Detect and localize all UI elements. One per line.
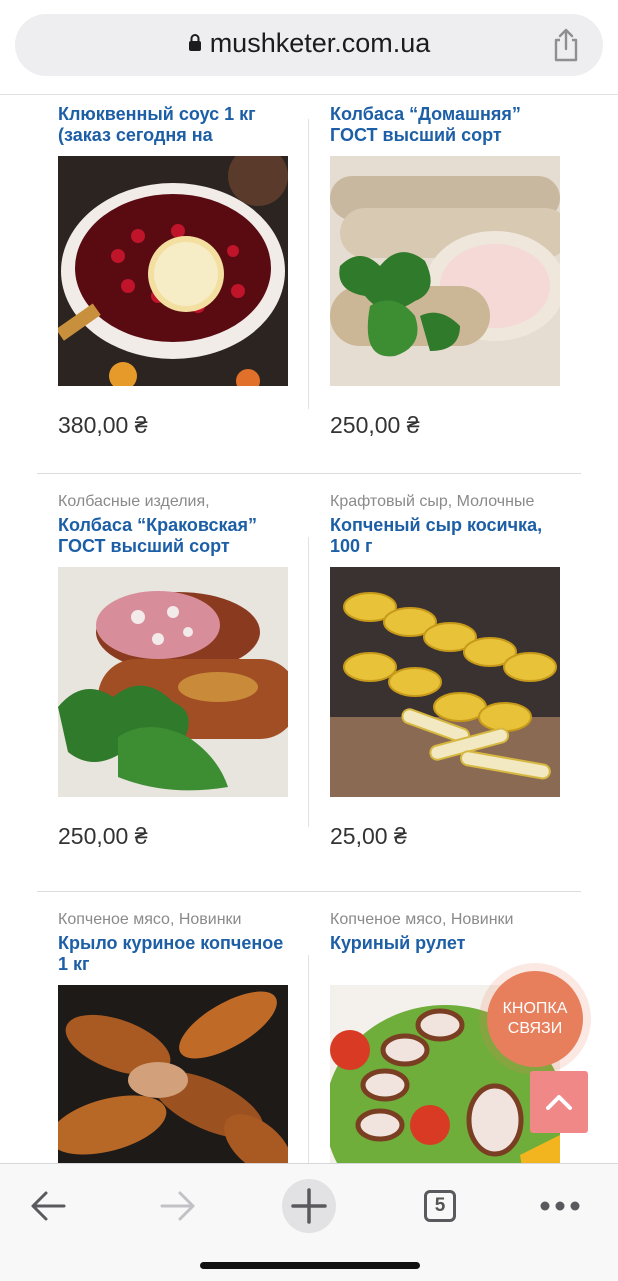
forward-arrow-icon xyxy=(160,1191,195,1221)
product-card[interactable]: Клюквенный соус 1 кг (заказ сегодня на 3… xyxy=(58,95,298,439)
row-divider xyxy=(37,473,581,474)
product-category[interactable]: Крафтовый сыр, Молочные xyxy=(330,493,570,513)
chevron-up-icon xyxy=(546,1095,572,1110)
column-divider xyxy=(308,537,309,827)
product-category[interactable]: Копченое мясо, Новинки xyxy=(330,911,570,931)
product-title[interactable]: Крыло куриное копченое 1 кг xyxy=(58,933,298,975)
product-card[interactable]: Колбасные изделия, Колбаса “Краковская” … xyxy=(58,493,298,850)
product-title[interactable]: Куриный рулет xyxy=(330,933,570,975)
product-price: 25,00 ₴ xyxy=(330,823,407,849)
product-image-domashnyaya-sausage[interactable] xyxy=(330,156,560,386)
share-icon[interactable] xyxy=(551,28,581,62)
tab-count: 5 xyxy=(434,1195,446,1216)
product-row: Колбасные изделия, Колбаса “Краковская” … xyxy=(0,493,618,911)
product-title[interactable]: Клюквенный соус 1 кг (заказ сегодня на xyxy=(58,104,298,146)
product-title[interactable]: Копченый сыр косичка, 100 г xyxy=(330,515,570,557)
product-title[interactable]: Колбаса “Краковская” ГОСТ высший сорт xyxy=(58,515,298,557)
plus-icon xyxy=(282,1179,336,1233)
new-tab-button[interactable] xyxy=(279,1176,339,1236)
url-text[interactable]: mushketer.com.ua xyxy=(15,28,603,59)
product-category[interactable] xyxy=(330,95,570,102)
tabs-icon: 5 xyxy=(424,1190,456,1222)
product-price: 380,00 ₴ xyxy=(58,412,148,438)
product-card[interactable]: Крафтовый сыр, Молочные Копченый сыр кос… xyxy=(330,493,570,850)
contact-button-line1: КНОПКА xyxy=(502,1000,568,1017)
column-divider xyxy=(308,955,309,1163)
more-icon xyxy=(540,1201,580,1211)
column-divider xyxy=(308,119,309,409)
product-row: Клюквенный соус 1 кг (заказ сегодня на 3… xyxy=(0,95,618,500)
tabs-button[interactable]: 5 xyxy=(410,1176,470,1236)
contact-button[interactable]: КНОПКА СВЯЗИ xyxy=(487,971,583,1067)
product-image-smoked-chicken-wings[interactable] xyxy=(58,985,288,1163)
product-card[interactable]: Колбаса “Домашняя” ГОСТ высший сорт 250,… xyxy=(330,95,570,439)
product-card[interactable]: Копченое мясо, Новинки Крыло куриное коп… xyxy=(58,911,298,1163)
forward-button[interactable] xyxy=(148,1176,208,1236)
home-indicator xyxy=(200,1262,420,1269)
scroll-to-top-button[interactable] xyxy=(530,1071,588,1133)
more-button[interactable] xyxy=(530,1176,590,1236)
back-button[interactable] xyxy=(18,1176,78,1236)
product-price: 250,00 ₴ xyxy=(58,823,148,849)
product-image-krakovskaya-sausage[interactable] xyxy=(58,567,288,797)
back-arrow-icon xyxy=(31,1191,66,1221)
url-label: mushketer.com.ua xyxy=(209,28,431,58)
browser-header: mushketer.com.ua xyxy=(0,0,618,95)
product-image-cranberry-sauce[interactable] xyxy=(58,156,288,386)
product-title[interactable]: Колбаса “Домашняя” ГОСТ высший сорт xyxy=(330,104,570,146)
product-category[interactable]: Колбасные изделия, xyxy=(58,493,298,513)
row-divider xyxy=(37,891,581,892)
product-price: 250,00 ₴ xyxy=(330,412,420,438)
contact-button-line2: СВЯЗИ xyxy=(507,1020,563,1037)
product-category[interactable]: Копченое мясо, Новинки xyxy=(58,911,298,931)
product-image-smoked-braid-cheese[interactable] xyxy=(330,567,560,797)
lock-icon xyxy=(188,34,201,51)
product-category[interactable] xyxy=(58,95,298,102)
browser-toolbar: 5 xyxy=(0,1163,618,1281)
address-bar[interactable]: mushketer.com.ua xyxy=(15,14,603,76)
